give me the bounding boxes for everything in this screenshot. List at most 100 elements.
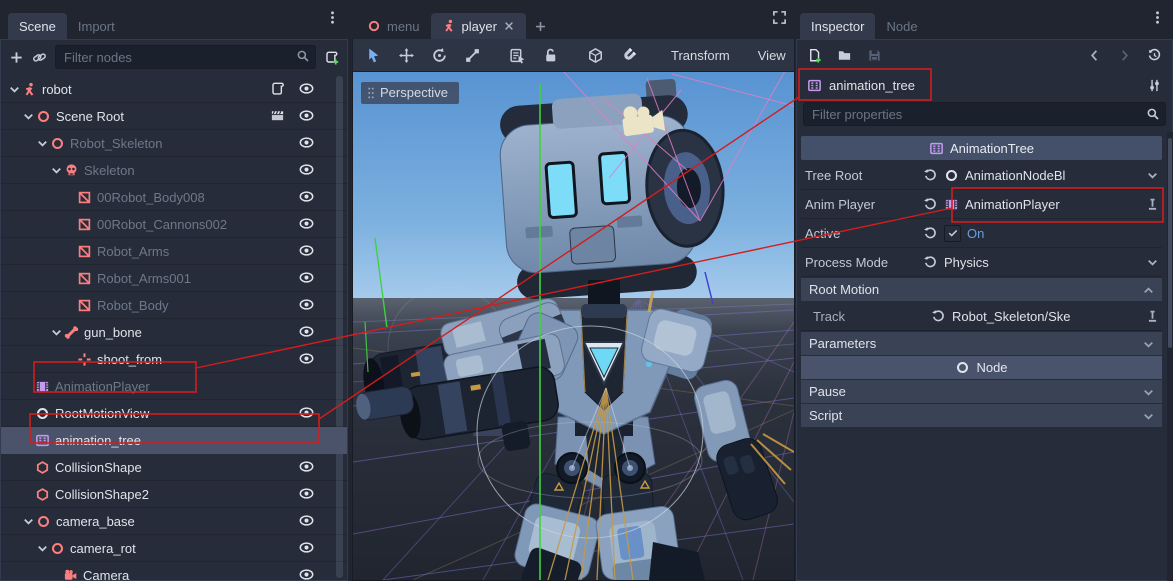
filter-nodes-input[interactable] bbox=[55, 45, 316, 69]
tab-node[interactable]: Node bbox=[875, 13, 928, 39]
tree-row-gun-bone[interactable]: gun_bone bbox=[1, 319, 347, 346]
expand-arrow-icon[interactable] bbox=[7, 82, 22, 97]
inspector-panel-menu-icon[interactable] bbox=[1150, 10, 1165, 25]
property-value[interactable]: Physics bbox=[944, 255, 989, 270]
visibility-eye-icon[interactable] bbox=[298, 459, 315, 474]
tree-row-collisionshape2[interactable]: CollisionShape2 bbox=[1, 481, 347, 508]
add-node-icon[interactable] bbox=[9, 50, 24, 65]
list-select-tool-icon[interactable] bbox=[509, 47, 526, 64]
property-value[interactable]: Robot_Skeleton/Ske bbox=[952, 309, 1071, 324]
tree-row-scene-root[interactable]: Scene Root bbox=[1, 103, 347, 130]
chev-down-icon[interactable] bbox=[1145, 255, 1160, 270]
slate-icon[interactable] bbox=[270, 108, 285, 123]
visibility-eye-icon[interactable] bbox=[298, 513, 315, 528]
script-icon[interactable] bbox=[270, 81, 285, 96]
tree-row-animationplayer[interactable]: AnimationPlayer bbox=[1, 373, 347, 400]
instance-scene-icon[interactable] bbox=[32, 50, 47, 65]
filter-properties-input[interactable] bbox=[803, 102, 1166, 126]
close-icon[interactable] bbox=[503, 20, 515, 32]
tab-scene[interactable]: Scene bbox=[8, 13, 67, 39]
tree-row-camera-rot[interactable]: camera_rot bbox=[1, 535, 347, 562]
load-resource-icon[interactable] bbox=[837, 48, 852, 63]
revert-icon[interactable] bbox=[923, 197, 938, 212]
pin-icon[interactable] bbox=[1145, 309, 1160, 324]
property-value[interactable]: On bbox=[967, 226, 984, 241]
tree-row-skeleton[interactable]: Skeleton bbox=[1, 157, 347, 184]
tab-inspector[interactable]: Inspector bbox=[800, 13, 875, 39]
revert-icon[interactable] bbox=[923, 255, 938, 270]
visibility-eye-icon[interactable] bbox=[298, 324, 315, 339]
tree-row-robot-skeleton[interactable]: Robot_Skeleton bbox=[1, 130, 347, 157]
revert-icon[interactable] bbox=[923, 168, 938, 183]
visibility-eye-icon[interactable] bbox=[298, 486, 315, 501]
expand-arrow-icon[interactable] bbox=[49, 163, 64, 178]
section-root-motion[interactable]: Root Motion bbox=[801, 278, 1162, 301]
visibility-eye-icon[interactable] bbox=[298, 270, 315, 285]
visibility-eye-icon[interactable] bbox=[298, 216, 315, 231]
new-scene-tab-button[interactable] bbox=[526, 13, 555, 39]
perspective-menu-button[interactable]: Perspective bbox=[361, 82, 459, 104]
lock-tool-icon[interactable] bbox=[542, 47, 559, 64]
select-tool-icon[interactable] bbox=[365, 47, 382, 64]
inspector-scrollbar[interactable] bbox=[1167, 132, 1173, 581]
snap-tool-icon[interactable] bbox=[620, 47, 637, 64]
expand-arrow-icon[interactable] bbox=[21, 109, 36, 124]
save-resource-icon[interactable] bbox=[867, 48, 882, 63]
attach-script-icon[interactable] bbox=[324, 50, 339, 65]
tab-import[interactable]: Import bbox=[67, 13, 126, 39]
revert-icon[interactable] bbox=[923, 226, 938, 241]
tree-row-shoot-from[interactable]: shoot_from bbox=[1, 346, 347, 373]
tree-row-00robot-cannons002[interactable]: 00Robot_Cannons002 bbox=[1, 211, 347, 238]
tree-row-camera[interactable]: Camera bbox=[1, 562, 347, 580]
expand-viewport-icon[interactable] bbox=[772, 10, 787, 25]
tree-row-camera-base[interactable]: camera_base bbox=[1, 508, 347, 535]
scale-tool-icon[interactable] bbox=[464, 47, 481, 64]
checkbox-active[interactable] bbox=[944, 225, 961, 242]
chev-down-icon[interactable] bbox=[1145, 168, 1160, 183]
visibility-eye-icon[interactable] bbox=[298, 189, 315, 204]
expand-arrow-icon[interactable] bbox=[35, 136, 50, 151]
scene-panel-menu-icon[interactable] bbox=[325, 10, 340, 25]
tree-row-collisionshape[interactable]: CollisionShape bbox=[1, 454, 347, 481]
visibility-eye-icon[interactable] bbox=[298, 297, 315, 312]
section-parameters[interactable]: Parameters bbox=[801, 332, 1162, 355]
property-value[interactable]: AnimationPlayer bbox=[965, 197, 1060, 212]
visibility-eye-icon[interactable] bbox=[298, 81, 315, 96]
rotate-tool-icon[interactable] bbox=[431, 47, 448, 64]
visibility-eye-icon[interactable] bbox=[298, 135, 315, 150]
expand-arrow-icon[interactable] bbox=[35, 541, 50, 556]
tree-row-00robot-body008[interactable]: 00Robot_Body008 bbox=[1, 184, 347, 211]
history-back-icon[interactable] bbox=[1087, 48, 1102, 63]
history-icon[interactable] bbox=[1147, 48, 1162, 63]
property-value[interactable]: AnimationNodeBl bbox=[965, 168, 1065, 183]
tree-row-robot-arms[interactable]: Robot_Arms bbox=[1, 238, 347, 265]
tab-scene-menu[interactable]: menu bbox=[356, 13, 431, 39]
move-tool-icon[interactable] bbox=[398, 47, 415, 64]
section-pause[interactable]: Pause bbox=[801, 380, 1162, 403]
visibility-eye-icon[interactable] bbox=[298, 567, 315, 580]
visibility-eye-icon[interactable] bbox=[298, 540, 315, 555]
revert-icon[interactable] bbox=[931, 309, 946, 324]
group-tool-icon[interactable] bbox=[587, 47, 604, 64]
history-forward-icon[interactable] bbox=[1117, 48, 1132, 63]
visibility-eye-icon[interactable] bbox=[298, 108, 315, 123]
tab-scene-player[interactable]: player bbox=[431, 13, 526, 39]
expand-arrow-icon[interactable] bbox=[49, 325, 64, 340]
expand-arrow-icon[interactable] bbox=[21, 514, 36, 529]
tree-row-robot[interactable]: robot bbox=[1, 76, 347, 103]
visibility-eye-icon[interactable] bbox=[298, 162, 315, 177]
tree-row-robot-body[interactable]: Robot_Body bbox=[1, 292, 347, 319]
tree-row-animation-tree[interactable]: animation_tree bbox=[1, 427, 347, 454]
section-script[interactable]: Script bbox=[801, 404, 1162, 427]
3d-viewport[interactable]: Perspective bbox=[352, 72, 795, 581]
tree-row-rootmotionview[interactable]: RootMotionView bbox=[1, 400, 347, 427]
menu-view[interactable]: View bbox=[746, 48, 798, 63]
object-tools-icon[interactable] bbox=[1147, 78, 1162, 93]
menu-transform[interactable]: Transform bbox=[659, 48, 742, 63]
visibility-eye-icon[interactable] bbox=[298, 405, 315, 420]
visibility-eye-icon[interactable] bbox=[298, 243, 315, 258]
pin-icon[interactable] bbox=[1145, 197, 1160, 212]
visibility-eye-icon[interactable] bbox=[298, 351, 315, 366]
tree-row-robot-arms001[interactable]: Robot_Arms001 bbox=[1, 265, 347, 292]
new-resource-icon[interactable] bbox=[807, 48, 822, 63]
